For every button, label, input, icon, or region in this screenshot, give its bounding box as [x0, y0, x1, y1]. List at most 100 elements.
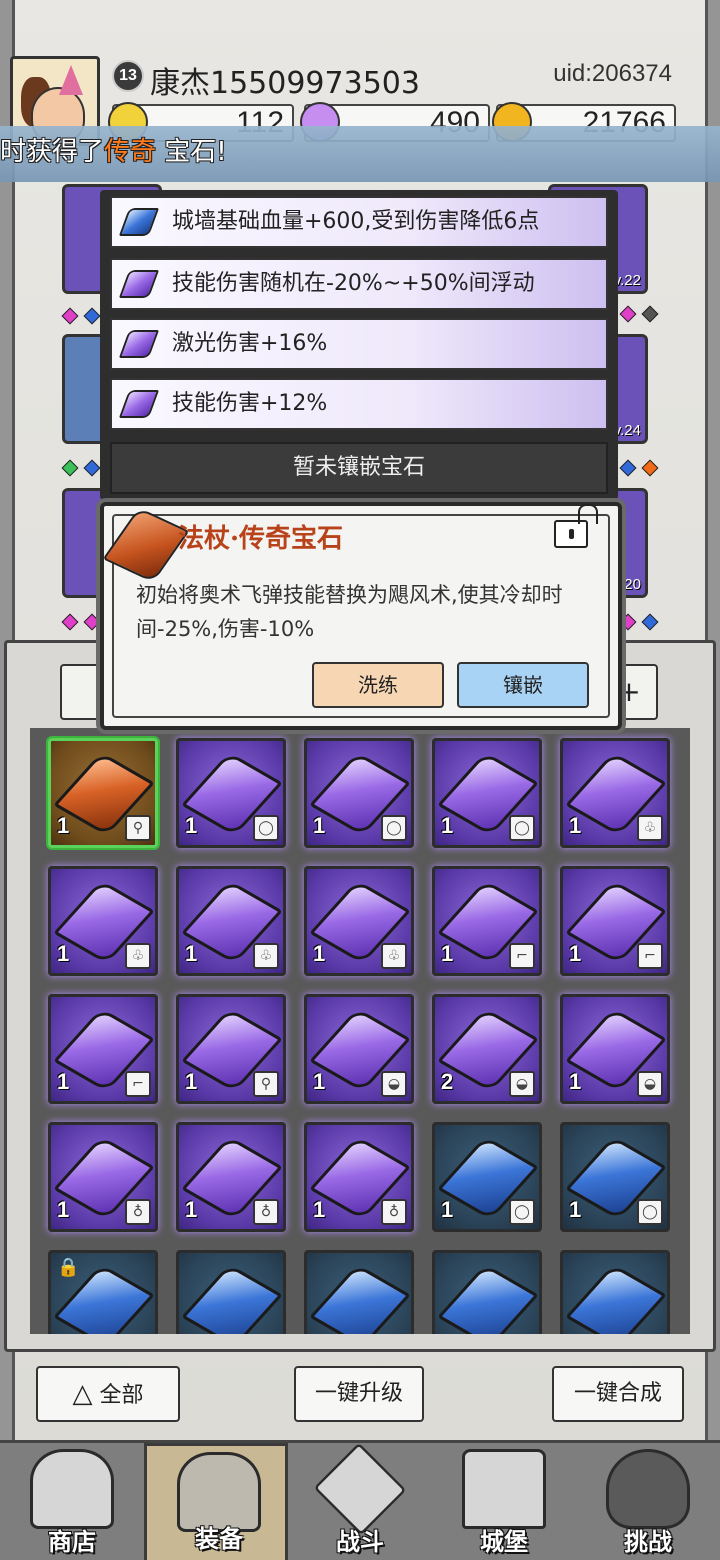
gem-slot[interactable]: 1 ◯: [560, 1122, 670, 1232]
attribute-text: 城墙基础血量+600,受到伤害降低6点: [172, 209, 540, 234]
attribute-row[interactable]: 激光伤害+16%: [110, 318, 608, 370]
attribute-row[interactable]: 技能伤害+12%: [110, 378, 608, 430]
attribute-text: 技能伤害随机在-20%~+50%间浮动: [172, 271, 535, 296]
gem-inventory-grid: 1 ⚲ 1 ◯ 1 ◯ 1 ◯ 1 ♧ 1 ♧ 1 ♧ 1 ♧ 1 ⌐ 1 ⌐ 1 ⌐ 1 ⚲ 1 ◒ 2 ◒ 1 ◒ 1 ♁ 1 ♁ 1 ♁ 1 ◯ 1 ◯…: [30, 728, 690, 1334]
refine-button[interactable]: 洗练: [312, 662, 444, 708]
merge-all-button[interactable]: 一键合成: [552, 1366, 684, 1422]
gem-quantity: 1: [441, 941, 454, 966]
armor-icon: ♧: [381, 943, 407, 969]
gem-slot[interactable]: 1 ♁: [176, 1122, 286, 1232]
nav-equipment[interactable]: 装备: [144, 1443, 288, 1560]
gem-slot[interactable]: 1 ◒: [304, 994, 414, 1104]
purple-gem-icon: [118, 390, 160, 418]
empty-socket-row[interactable]: 暂未镶嵌宝石: [110, 442, 608, 494]
gem-quantity: 1: [57, 1197, 70, 1222]
hat-icon: ◒: [637, 1071, 663, 1097]
nav-castle[interactable]: 城堡: [432, 1443, 576, 1560]
gem-quantity: 1: [185, 1069, 198, 1094]
gem-slot[interactable]: 1 ◯: [432, 1122, 542, 1232]
gem-slot[interactable]: [304, 1250, 414, 1334]
rare-gem-icon: [565, 1263, 667, 1334]
gem-slot[interactable]: [176, 1250, 286, 1334]
gem-slot[interactable]: 1 ♧: [304, 866, 414, 976]
gem-detail-popup: 法杖·传奇宝石 初始将奥术飞弹技能替换为飓风术,使其冷却时间-25%,伤害-10…: [100, 502, 622, 730]
staff-icon: ⚲: [253, 1071, 279, 1097]
castle-icon: [462, 1449, 546, 1529]
avatar-hat: [59, 65, 83, 95]
gem-slot[interactable]: 1 ♧: [48, 866, 158, 976]
banner-highlight: 传奇: [104, 137, 157, 167]
ring-icon: ◯: [637, 1199, 663, 1225]
purple-gem-icon: [118, 270, 160, 298]
filter-all-label: 全部: [99, 1383, 144, 1408]
gem-slot[interactable]: 1 ⌐: [432, 866, 542, 976]
gem-slot[interactable]: [560, 1250, 670, 1334]
gem-quantity: 1: [569, 941, 582, 966]
gem-slot[interactable]: 1 ♁: [304, 1122, 414, 1232]
gem-quantity: 1: [569, 1069, 582, 1094]
gem-slot[interactable]: 1 ⌐: [48, 994, 158, 1104]
gem-quantity: 1: [57, 1069, 70, 1094]
filter-all-button[interactable]: △ 全部: [36, 1366, 180, 1422]
gem-quantity: 1: [569, 1197, 582, 1222]
upgrade-all-button[interactable]: 一键升级: [294, 1366, 424, 1422]
gem-slot[interactable]: 1 ⌐: [560, 866, 670, 976]
gem-slot[interactable]: 1 ◯: [432, 738, 542, 848]
gem-slot[interactable]: 2 ◒: [432, 994, 542, 1104]
blue-gem-icon: [118, 208, 160, 236]
boots-icon: ⌐: [509, 943, 535, 969]
ring-icon: ◯: [253, 815, 279, 841]
boots-icon: ⌐: [125, 1071, 151, 1097]
boots-icon: ⌐: [637, 943, 663, 969]
gem-quantity: 1: [569, 813, 582, 838]
gem-quantity: 1: [313, 1069, 326, 1094]
gem-quantity: 1: [57, 941, 70, 966]
gem-slot[interactable]: 🔒: [48, 1250, 158, 1334]
inlay-button[interactable]: 镶嵌: [457, 662, 589, 708]
attribute-row[interactable]: 城墙基础血量+600,受到伤害降低6点: [110, 196, 608, 248]
gem-quantity: 1: [313, 941, 326, 966]
gem-quantity: 1: [441, 1197, 454, 1222]
nav-challenge[interactable]: 挑战: [576, 1443, 720, 1560]
ring-icon: ◯: [509, 1199, 535, 1225]
gem-quantity: 1: [185, 1197, 198, 1222]
rare-gem-icon: [181, 1263, 283, 1334]
player-name: 康杰15509973503: [150, 66, 420, 101]
necklace-icon: ♁: [253, 1199, 279, 1225]
gem-slot[interactable]: 1 ◯: [176, 738, 286, 848]
gem-slot[interactable]: [432, 1250, 542, 1334]
gem-slot[interactable]: 1 ♧: [176, 866, 286, 976]
nav-shop[interactable]: 商店: [0, 1443, 144, 1560]
nav-label: 城堡: [480, 1528, 528, 1556]
armor-icon: ♧: [637, 815, 663, 841]
challenge-icon: [606, 1449, 690, 1529]
attribute-row[interactable]: 技能伤害随机在-20%~+50%间浮动: [110, 258, 608, 310]
attribute-text: 技能伤害+12%: [172, 391, 328, 416]
necklace-icon: ♁: [125, 1199, 151, 1225]
gem-quantity: 1: [185, 813, 198, 838]
popup-title: 法杖·传奇宝石: [178, 524, 344, 554]
nav-label: 装备: [195, 1525, 243, 1553]
empty-socket-text: 暂未镶嵌宝石: [292, 455, 425, 480]
player-uid: uid:206374: [553, 60, 672, 87]
lock-icon: 🔒: [57, 1257, 80, 1278]
gem-quantity: 1: [185, 941, 198, 966]
gem-slot[interactable]: 1 ◒: [560, 994, 670, 1104]
nav-label: 商店: [48, 1528, 96, 1556]
gem-quantity: 1: [313, 1197, 326, 1222]
gem-slot[interactable]: 1 ♁: [48, 1122, 158, 1232]
gem-quantity: 1: [313, 813, 326, 838]
armor-icon: ♧: [125, 943, 151, 969]
necklace-icon: ♁: [381, 1199, 407, 1225]
purple-gem-icon: [118, 330, 160, 358]
armor-icon: ♧: [253, 943, 279, 969]
ring-icon: ◯: [509, 815, 535, 841]
popup-description: 初始将奥术飞弹技能替换为飓风术,使其冷却时间-25%,伤害-10%: [136, 583, 563, 641]
gem-slot[interactable]: 1 ⚲: [176, 994, 286, 1104]
unlock-icon[interactable]: [554, 520, 588, 548]
gem-slot[interactable]: 1 ♧: [560, 738, 670, 848]
gem-slot[interactable]: 1 ⚲: [48, 738, 158, 848]
nav-battle[interactable]: 战斗: [288, 1442, 432, 1560]
gem-slot[interactable]: 1 ◯: [304, 738, 414, 848]
up-arrow-icon: △: [72, 1379, 93, 1409]
